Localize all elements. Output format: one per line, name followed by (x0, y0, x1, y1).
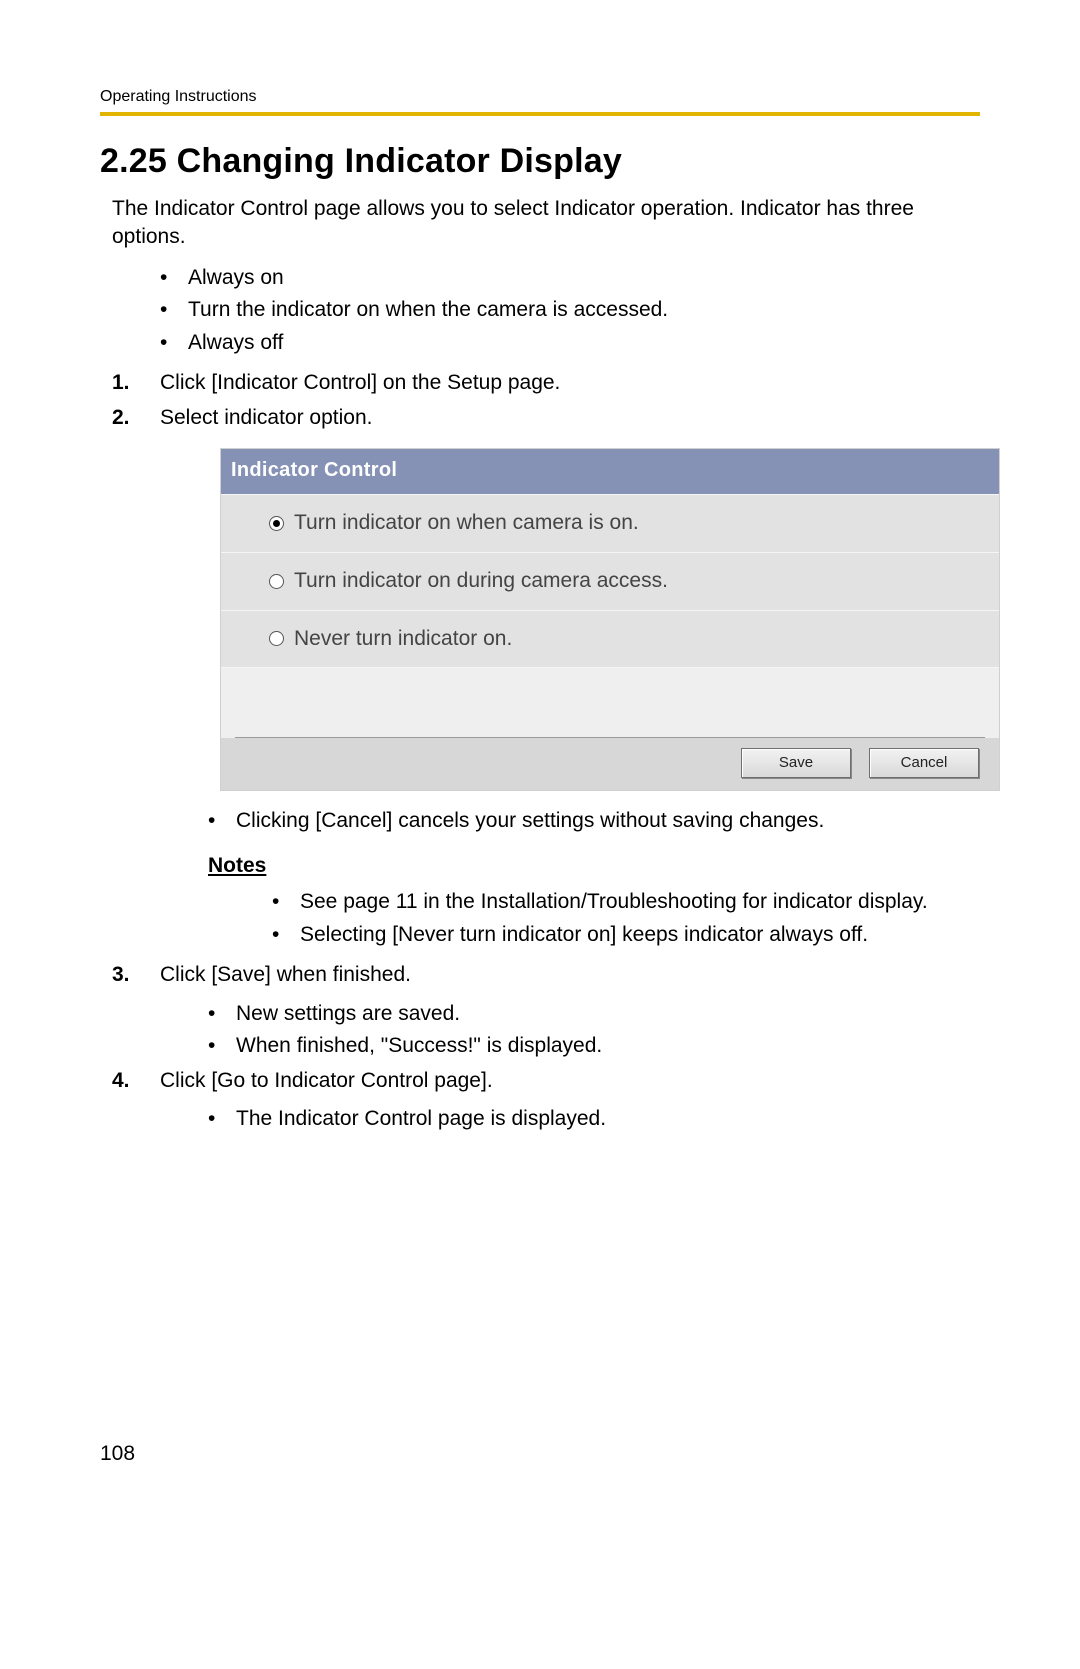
step-text: Click [Save] when finished. (160, 963, 411, 986)
section-title: 2.25 Changing Indicator Display (100, 142, 980, 181)
radio-label: Never turn indicator on. (294, 623, 512, 656)
list-item: Turn the indicator on when the camera is… (160, 294, 980, 327)
step-number: 2. (112, 402, 130, 435)
running-head: Operating Instructions (100, 88, 980, 106)
step-number: 4. (112, 1065, 130, 1098)
notes-heading: Notes (208, 850, 980, 883)
step-text: Click [Indicator Control] on the Setup p… (160, 371, 560, 394)
page-number: 108 (100, 1442, 135, 1466)
radio-icon[interactable] (269, 631, 284, 646)
panel-spacer (235, 668, 985, 738)
button-bar: Save Cancel (221, 738, 999, 790)
list-item: New settings are saved. (208, 998, 980, 1031)
step-number: 3. (112, 959, 130, 992)
radio-option-on-when-camera-on[interactable]: Turn indicator on when camera is on. (221, 494, 999, 553)
radio-icon[interactable] (269, 516, 284, 531)
radio-label: Turn indicator on during camera access. (294, 565, 668, 598)
step-1: 1. Click [Indicator Control] on the Setu… (112, 367, 980, 400)
step-number: 1. (112, 367, 130, 400)
list-item: Clicking [Cancel] cancels your settings … (208, 805, 980, 838)
radio-option-on-during-access[interactable]: Turn indicator on during camera access. (221, 553, 999, 611)
notes-list: See page 11 in the Installation/Troubles… (272, 886, 980, 951)
step-2: 2. Select indicator option. Indicator Co… (112, 402, 980, 951)
list-item: The Indicator Control page is displayed. (208, 1103, 980, 1136)
cancel-button[interactable]: Cancel (869, 748, 979, 778)
intro-paragraph: The Indicator Control page allows you to… (112, 195, 980, 252)
list-item: See page 11 in the Installation/Troubles… (272, 886, 980, 919)
indicator-control-figure: Indicator Control Turn indicator on when… (220, 448, 980, 791)
radio-icon[interactable] (269, 574, 284, 589)
radio-label: Turn indicator on when camera is on. (294, 507, 639, 540)
radio-option-never-on[interactable]: Never turn indicator on. (221, 611, 999, 669)
save-button[interactable]: Save (741, 748, 851, 778)
step-text: Click [Go to Indicator Control page]. (160, 1069, 493, 1092)
step-4: 4. Click [Go to Indicator Control page].… (112, 1065, 980, 1136)
step-text: Select indicator option. (160, 406, 372, 429)
panel-title: Indicator Control (221, 449, 999, 494)
options-list: Always on Turn the indicator on when the… (160, 262, 980, 360)
header-rule (100, 112, 980, 116)
list-item: When finished, "Success!" is displayed. (208, 1030, 980, 1063)
list-item: Selecting [Never turn indicator on] keep… (272, 919, 980, 952)
step-3: 3. Click [Save] when finished. New setti… (112, 959, 980, 1063)
list-item: Always on (160, 262, 980, 295)
indicator-control-panel: Indicator Control Turn indicator on when… (220, 448, 1000, 791)
list-item: Always off (160, 327, 980, 360)
